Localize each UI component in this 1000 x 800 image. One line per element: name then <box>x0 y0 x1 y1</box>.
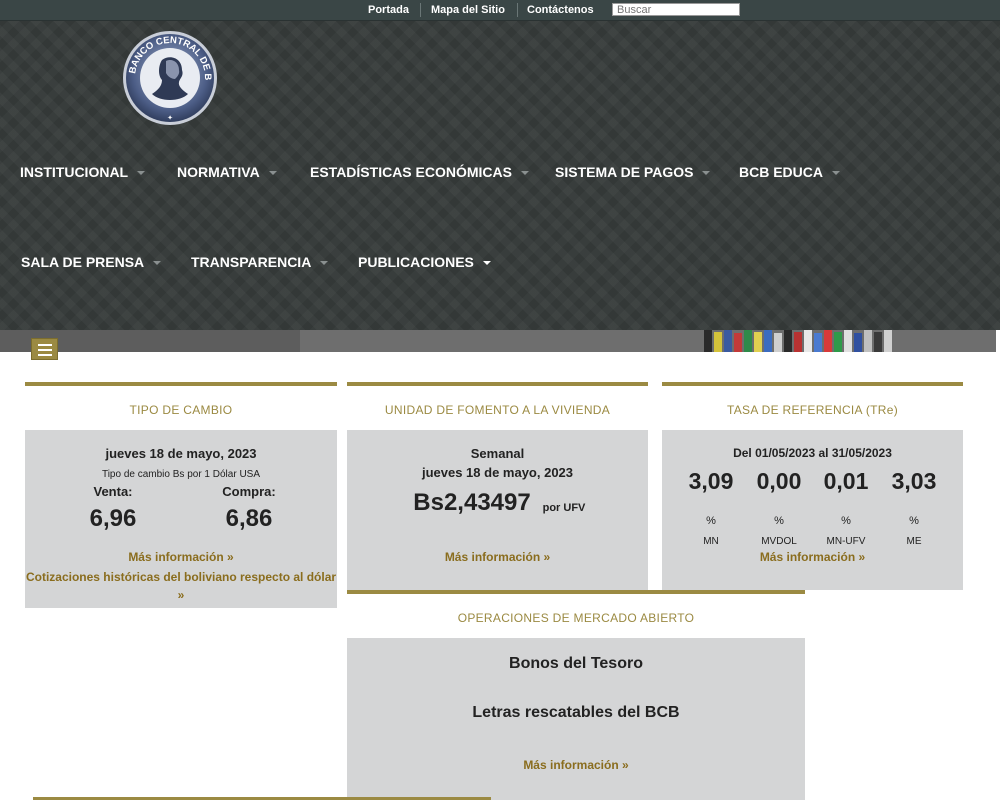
chevron-down-icon <box>702 171 711 176</box>
nav-label: SISTEMA DE PAGOS <box>555 164 694 180</box>
panel-divider <box>662 382 963 386</box>
historicas-link-arrow[interactable]: » <box>25 588 337 602</box>
chevron-down-icon <box>268 171 277 176</box>
panel-divider <box>347 590 805 594</box>
panel-divider <box>347 382 648 386</box>
tre-range: Del 01/05/2023 al 31/05/2023 <box>733 446 892 460</box>
oma-panel: Bonos del Tesoro Letras rescatables del … <box>347 638 805 800</box>
nav-institucional[interactable]: INSTITUCIONAL <box>20 163 146 181</box>
tre-rate-percent: % <box>774 515 784 527</box>
nav-label: ESTADÍSTICAS ECONÓMICAS <box>310 164 512 180</box>
letras-rescatables-link[interactable]: Letras rescatables del BCB <box>347 704 805 722</box>
chevron-down-icon <box>153 261 162 266</box>
sitemap-link[interactable]: Mapa del Sitio <box>431 3 505 17</box>
ufv-unit: por UFV <box>542 502 586 514</box>
flags-image <box>0 330 996 352</box>
ufv-date: jueves 18 de mayo, 2023 <box>421 465 574 480</box>
ufv-title: UNIDAD DE FOMENTO A LA VIVIENDA <box>384 403 611 417</box>
historicas-link[interactable]: Cotizaciones históricas del boliviano re… <box>25 570 337 584</box>
search-input[interactable] <box>612 3 740 16</box>
tre-title: TASA DE REFERENCIA (TRe) <box>726 403 898 417</box>
tipo-cambio-panel: jueves 18 de mayo, 2023 Tipo de cambio B… <box>25 430 337 608</box>
chevron-down-icon <box>482 261 491 266</box>
tipo-cambio-more-link[interactable]: Más información » <box>25 550 337 564</box>
tipo-cambio-title: TIPO DE CAMBIO <box>129 403 233 417</box>
compra-label: Compra: <box>222 484 276 499</box>
tre-rate-value: 3,09 <box>688 468 734 494</box>
hamburger-menu-button[interactable] <box>31 338 58 360</box>
chevron-down-icon <box>320 261 329 266</box>
chevron-down-icon <box>832 171 840 176</box>
nav-transparencia[interactable]: TRANSPARENCIA <box>191 253 329 271</box>
top-utility-bar: Portada Mapa del Sitio Contáctenos <box>0 0 1000 21</box>
nav-bcb-educa[interactable]: BCB EDUCA <box>739 163 840 181</box>
oma-title: OPERACIONES DE MERCADO ABIERTO <box>457 611 695 625</box>
nav-label: NORMATIVA <box>177 164 260 180</box>
nav-label: SALA DE PRENSA <box>21 254 145 270</box>
separator <box>517 3 518 17</box>
oma-more-link[interactable]: Más información » <box>347 758 805 772</box>
ufv-more-link[interactable]: Más información » <box>347 550 648 564</box>
nav-estadisticas[interactable]: ESTADÍSTICAS ECONÓMICAS <box>310 163 529 181</box>
tipo-cambio-subtitle: Tipo de cambio Bs por 1 Dólar USA <box>101 469 261 480</box>
nav-normativa[interactable]: NORMATIVA <box>177 163 277 181</box>
bcb-logo[interactable]: BANCO CENTRAL DE BOLIVIA ✦ <box>122 30 218 126</box>
banner-image <box>0 330 996 352</box>
nav-sistema-pagos[interactable]: SISTEMA DE PAGOS <box>555 163 711 181</box>
ufv-period: Semanal <box>470 446 525 461</box>
portada-link[interactable]: Portada <box>368 3 409 17</box>
menu-icon <box>38 344 52 346</box>
tre-rate-value: 3,03 <box>891 468 937 494</box>
bonos-tesoro-link[interactable]: Bonos del Tesoro <box>347 655 805 673</box>
tre-more-link[interactable]: Más información » <box>662 550 963 564</box>
chevron-down-icon <box>137 171 146 176</box>
tre-rate-value: 0,01 <box>823 468 869 494</box>
tipo-cambio-date: jueves 18 de mayo, 2023 <box>105 446 257 461</box>
nav-sala-prensa[interactable]: SALA DE PRENSA <box>21 253 162 271</box>
tre-rate-percent: % <box>909 515 919 527</box>
nav-publicaciones[interactable]: PUBLICACIONES <box>358 253 491 271</box>
tre-rate-percent: % <box>706 515 716 527</box>
panel-divider <box>25 382 337 386</box>
tre-rate-label: ME <box>906 536 922 547</box>
nav-label: BCB EDUCA <box>739 164 823 180</box>
separator <box>420 3 421 17</box>
ufv-value: Bs2,43497 <box>413 489 531 516</box>
menu-icon <box>38 354 52 356</box>
menu-icon <box>38 349 52 351</box>
nav-label: TRANSPARENCIA <box>191 254 312 270</box>
venta-label: Venta: <box>93 484 133 499</box>
tre-rate-value: 0,00 <box>756 468 802 494</box>
tre-panel: Del 01/05/2023 al 31/05/2023 3,09 0,00 0… <box>662 430 963 590</box>
svg-text:✦: ✦ <box>167 114 173 122</box>
ufv-panel: Semanal jueves 18 de mayo, 2023 Bs2,4349… <box>347 430 648 590</box>
nav-label: PUBLICACIONES <box>358 254 474 270</box>
tre-rate-label: MN <box>703 536 719 547</box>
compra-value: 6,86 <box>225 505 273 532</box>
contact-link[interactable]: Contáctenos <box>527 3 594 17</box>
nav-label: INSTITUCIONAL <box>20 164 129 180</box>
venta-value: 6,96 <box>89 505 137 532</box>
site-header: BANCO CENTRAL DE BOLIVIA ✦ INSTITUCIONAL… <box>0 21 1000 330</box>
tre-rate-percent: % <box>841 515 851 527</box>
tre-rate-label: MVDOL <box>761 536 797 547</box>
chevron-down-icon <box>520 171 529 176</box>
tre-rate-label: MN-UFV <box>826 536 866 547</box>
